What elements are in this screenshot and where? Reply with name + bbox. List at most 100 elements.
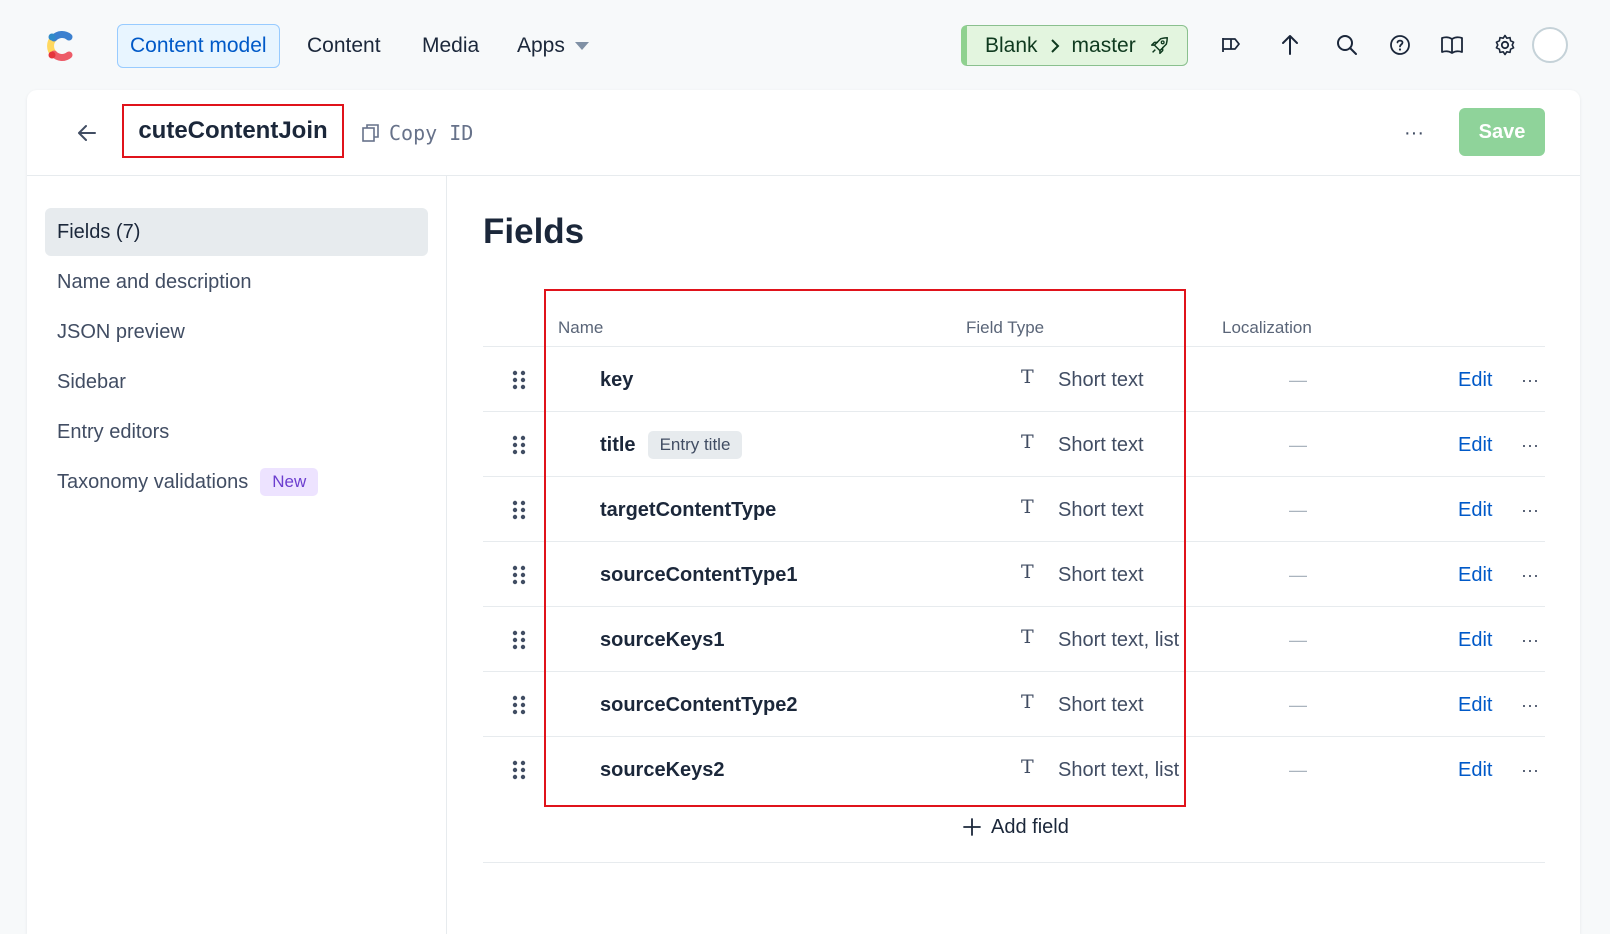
localization-value: — <box>1289 564 1307 585</box>
sidebar-item-label: Entry editors <box>57 420 170 443</box>
field-type: Short text <box>1058 433 1144 456</box>
field-name-cell[interactable]: key <box>600 347 633 413</box>
field-name-cell[interactable]: sourceKeys2 <box>600 737 725 803</box>
environment-switcher[interactable]: Blank master <box>961 25 1188 66</box>
user-avatar[interactable] <box>1532 27 1568 63</box>
tab-label: Content <box>307 34 381 57</box>
table-row: key T Short text — Edit ··· <box>483 347 1545 413</box>
tab-label: Content model <box>130 34 267 57</box>
table-row: sourceKeys1 T Short text, list — Edit ··… <box>483 607 1545 673</box>
edit-field-link[interactable]: Edit <box>1458 542 1492 608</box>
tab-media[interactable]: Media <box>410 24 491 68</box>
sidebar-item-label: Fields (7) <box>57 220 141 243</box>
drag-handle-icon[interactable] <box>511 435 527 455</box>
sidebar-item-name-and-description[interactable]: Name and description <box>45 258 428 306</box>
sidebar-item-label: Name and description <box>57 270 252 293</box>
tab-label: Media <box>422 34 480 57</box>
chevron-right-icon <box>1050 38 1059 53</box>
announcement-icon[interactable] <box>1216 30 1246 60</box>
tab-content[interactable]: Content <box>295 24 393 68</box>
new-badge: New <box>260 468 319 496</box>
plus-icon <box>963 818 981 836</box>
table-divider <box>483 862 1545 863</box>
localization-value: — <box>1289 434 1307 455</box>
text-type-icon: T <box>1021 496 1034 518</box>
tab-label: Apps <box>517 34 565 57</box>
help-icon[interactable] <box>1385 30 1415 60</box>
sidebar-item-label: Sidebar <box>57 370 126 393</box>
drag-handle-icon[interactable] <box>511 630 527 650</box>
row-more-options-icon[interactable]: ··· <box>1515 366 1545 394</box>
localization-value: — <box>1289 629 1307 650</box>
field-type: Short text <box>1058 693 1144 716</box>
column-header-name: Name <box>558 318 604 337</box>
table-row: title Entry title T Short text — Edit ··… <box>483 412 1545 478</box>
edit-field-link[interactable]: Edit <box>1458 477 1492 543</box>
localization-value: — <box>1289 499 1307 520</box>
column-header-localization: Localization <box>1222 318 1312 337</box>
add-field-button[interactable]: Add field <box>963 807 1069 847</box>
drag-handle-icon[interactable] <box>511 760 527 780</box>
text-type-icon: T <box>1021 691 1034 713</box>
row-more-options-icon[interactable]: ··· <box>1515 431 1545 459</box>
text-type-icon: T <box>1021 561 1034 583</box>
environment-name: master <box>1071 33 1136 57</box>
upload-arrow-icon[interactable] <box>1275 30 1305 60</box>
copy-id-button[interactable]: Copy ID <box>361 118 473 148</box>
tab-apps[interactable]: Apps <box>505 24 601 68</box>
row-more-options-icon[interactable]: ··· <box>1515 626 1545 654</box>
space-name: Blank <box>985 33 1038 57</box>
field-name: sourceContentType2 <box>600 693 798 716</box>
drag-handle-icon[interactable] <box>511 370 527 390</box>
contentful-logo[interactable] <box>40 26 80 66</box>
add-field-label: Add field <box>991 815 1069 838</box>
edit-field-link[interactable]: Edit <box>1458 607 1492 673</box>
field-name-cell[interactable]: sourceContentType1 <box>600 542 797 608</box>
drag-handle-icon[interactable] <box>511 500 527 520</box>
edit-field-link[interactable]: Edit <box>1458 347 1492 413</box>
row-more-options-icon[interactable]: ··· <box>1515 691 1545 719</box>
save-button[interactable]: Save <box>1459 108 1545 156</box>
editor-header: cuteContentJoin Copy ID ··· Save <box>27 90 1580 176</box>
table-row: targetContentType T Short text — Edit ··… <box>483 477 1545 543</box>
field-name: title <box>600 433 636 456</box>
copy-icon <box>362 124 379 142</box>
edit-field-link[interactable]: Edit <box>1458 737 1492 803</box>
field-name-cell[interactable]: title Entry title <box>600 412 743 478</box>
docs-book-icon[interactable] <box>1437 30 1467 60</box>
drag-handle-icon[interactable] <box>511 565 527 585</box>
field-name-cell[interactable]: sourceKeys1 <box>600 607 725 673</box>
row-more-options-icon[interactable]: ··· <box>1515 496 1545 524</box>
table-row: sourceContentType2 T Short text — Edit ·… <box>483 672 1545 738</box>
sidebar-item-fields[interactable]: Fields (7) <box>45 208 428 256</box>
field-name: sourceContentType1 <box>600 563 798 586</box>
row-more-options-icon[interactable]: ··· <box>1515 756 1545 784</box>
top-navigation: Content model Content Media Apps Blank m… <box>0 0 1610 90</box>
editor-sidebar: Fields (7) Name and description JSON pre… <box>27 176 447 934</box>
text-type-icon: T <box>1021 756 1034 778</box>
back-arrow-icon[interactable] <box>73 119 101 147</box>
sidebar-item-entry-editors[interactable]: Entry editors <box>45 408 428 456</box>
sidebar-item-sidebar[interactable]: Sidebar <box>45 358 428 406</box>
sidebar-item-json-preview[interactable]: JSON preview <box>45 308 428 356</box>
text-type-icon: T <box>1021 626 1034 648</box>
more-options-icon[interactable]: ··· <box>1399 118 1429 148</box>
field-name-cell[interactable]: sourceContentType2 <box>600 672 797 738</box>
search-icon[interactable] <box>1332 30 1362 60</box>
sidebar-item-label: Taxonomy validations <box>57 470 249 493</box>
edit-field-link[interactable]: Edit <box>1458 672 1492 738</box>
column-header-field-type: Field Type <box>966 318 1045 337</box>
sidebar-item-taxonomy-validations[interactable]: Taxonomy validations New <box>45 458 428 506</box>
edit-field-link[interactable]: Edit <box>1458 412 1492 478</box>
field-type: Short text, list <box>1058 628 1180 651</box>
row-more-options-icon[interactable]: ··· <box>1515 561 1545 589</box>
field-name-cell[interactable]: targetContentType <box>600 477 776 543</box>
sidebar-item-label: JSON preview <box>57 320 185 343</box>
tab-content-model[interactable]: Content model <box>117 24 280 68</box>
entry-title-badge: Entry title <box>647 431 743 459</box>
drag-handle-icon[interactable] <box>511 695 527 715</box>
field-type: Short text <box>1058 368 1144 391</box>
settings-gear-icon[interactable] <box>1490 30 1520 60</box>
field-type: Short text, list <box>1058 758 1180 781</box>
chevron-down-icon <box>574 42 589 50</box>
